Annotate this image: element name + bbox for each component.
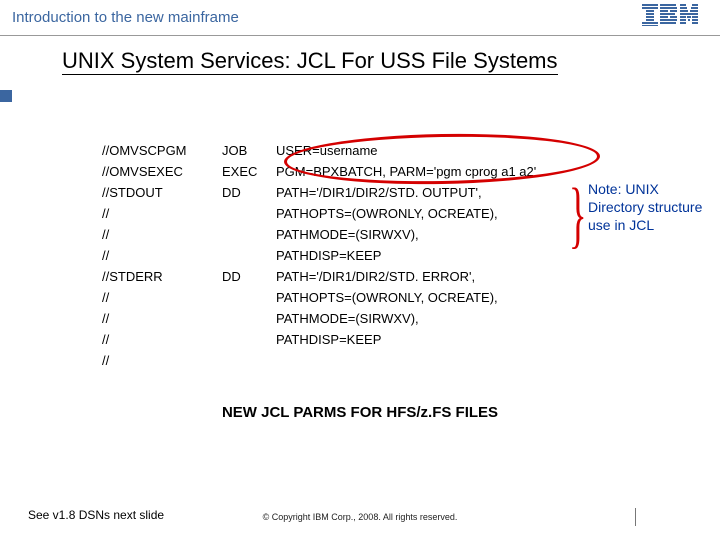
jcl-row: // [102,350,682,371]
jcl-text: PATHDISP=KEEP [276,245,682,266]
jcl-text: PATHDISP=KEEP [276,329,682,350]
jcl-row: //STDERRDDPATH='/DIR1/DIR2/STD. ERROR', [102,266,682,287]
jcl-text [276,350,682,371]
page-divider [635,508,636,526]
header-title: Introduction to the new mainframe [12,9,239,26]
header-bar: Introduction to the new mainframe [0,0,720,36]
jcl-label: // [102,245,222,266]
jcl-op: DD [222,266,276,287]
annotation-note: Note: UNIX Directory structure use in JC… [588,180,718,234]
jcl-text: PATH='/DIR1/DIR2/STD. ERROR', [276,266,682,287]
jcl-op: DD [222,182,276,203]
jcl-label: //STDOUT [102,182,222,203]
ibm-logo [642,4,698,31]
jcl-op: JOB [222,140,276,161]
jcl-op [222,329,276,350]
jcl-op [222,224,276,245]
jcl-row: // PATHMODE=(SIRWXV), [102,308,682,329]
jcl-text: PATHOPTS=(OWRONLY, OCREATE), [276,287,682,308]
jcl-label: // [102,350,222,371]
jcl-label: //OMVSCPGM [102,140,222,161]
jcl-op [222,350,276,371]
annotation-brace-icon: } [569,178,587,252]
jcl-op [222,308,276,329]
jcl-row: // PATHDISP=KEEP [102,329,682,350]
jcl-op [222,203,276,224]
jcl-label: // [102,308,222,329]
jcl-label: // [102,224,222,245]
jcl-row: // PATHDISP=KEEP [102,245,682,266]
subheading: NEW JCL PARMS FOR HFS/z.FS FILES [0,404,720,421]
jcl-op: EXEC [222,161,276,182]
jcl-label: // [102,329,222,350]
copyright: © Copyright IBM Corp., 2008. All rights … [0,512,720,522]
slide-title: UNIX System Services: JCL For USS File S… [62,48,558,75]
jcl-op [222,287,276,308]
jcl-text: PATHMODE=(SIRWXV), [276,308,682,329]
jcl-row: // PATHOPTS=(OWRONLY, OCREATE), [102,287,682,308]
accent-square [0,90,12,102]
jcl-op [222,245,276,266]
jcl-label: // [102,287,222,308]
jcl-label: //STDERR [102,266,222,287]
jcl-label: //OMVSEXEC [102,161,222,182]
jcl-label: // [102,203,222,224]
